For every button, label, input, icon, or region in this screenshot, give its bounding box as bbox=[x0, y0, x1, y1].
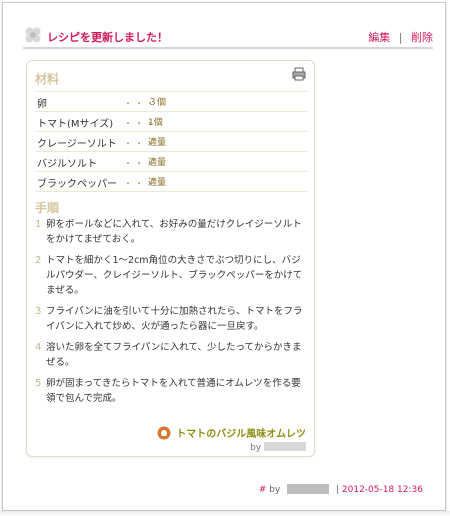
ingredient-name: 卵 bbox=[37, 99, 47, 110]
step-item: 4 溶いた卵を全てフライパンに入れて、少したってからかきまぜる。 bbox=[35, 340, 310, 370]
ingredients-title: 材料 bbox=[35, 72, 60, 86]
recipe-link[interactable]: トマトのバジル風味オムレツ bbox=[157, 425, 306, 440]
step-text: トマトを細かく1～2cm角位の大きさでぶつ切りにし、バジルパウダー、クレイジーソ… bbox=[46, 255, 303, 296]
step-item: 2 トマトを細かく1～2cm角位の大きさでぶつ切りにし、バジルパウダー、クレイジ… bbox=[35, 253, 310, 298]
post-card: レシピを更新しました！ 編集 | 削除 材料 卵 ・・・ ３個 トマト(Mサイズ… bbox=[2, 2, 446, 511]
bottom-shadow bbox=[0, 511, 450, 516]
step-text: 溶いた卵を全てフライパンに入れて、少したってからかきまぜる。 bbox=[46, 342, 302, 368]
post-title: レシピを更新しました！ bbox=[47, 31, 168, 44]
step-number: 5 bbox=[35, 378, 42, 389]
ingredient-name: トマト(Mサイズ) bbox=[37, 119, 114, 130]
ingredient-row: トマト(Mサイズ) ・・・ 1個 bbox=[35, 111, 308, 131]
step-text: 卵が固まってきたらトマトを入れて普通にオムレツを作る要領で包んで完成。 bbox=[46, 378, 301, 404]
step-item: 5 卵が固まってきたらトマトを入れて普通にオムレツを作る要領で包んで完成。 bbox=[35, 376, 310, 406]
printer-icon[interactable] bbox=[292, 67, 306, 81]
step-number: 2 bbox=[35, 255, 42, 266]
ingredient-quantity: 適量 bbox=[148, 158, 167, 168]
chef-hat-icon bbox=[157, 426, 171, 440]
ingredient-row: バジルソルト ・・・ 適量 bbox=[35, 151, 308, 171]
post-footer: # by | 2012-05-18 12:36 bbox=[259, 484, 423, 495]
ingredient-row: ブラックペッパー ・・・ 適量 bbox=[35, 171, 308, 192]
step-number: 4 bbox=[35, 342, 42, 353]
by-label: by bbox=[250, 443, 262, 453]
ingredient-quantity: 適量 bbox=[148, 178, 167, 188]
steps-list: 1 卵をボールなどに入れて、お好みの量だけクレイジーソルトをかけてまぜておく。 … bbox=[35, 217, 310, 412]
recipe-name[interactable]: トマトのバジル風味オムレツ bbox=[176, 429, 306, 440]
action-separator: | bbox=[398, 31, 403, 44]
step-text: 卵をボールなどに入れて、お好みの量だけクレイジーソルトをかけてまぜておく。 bbox=[46, 219, 302, 245]
delete-link[interactable]: 削除 bbox=[411, 31, 433, 44]
post-header: レシピを更新しました！ 編集 | 削除 bbox=[23, 25, 433, 49]
step-item: 1 卵をボールなどに入れて、お好みの量だけクレイジーソルトをかけてまぜておく。 bbox=[35, 217, 310, 247]
recipe-card: 材料 卵 ・・・ ３個 トマト(Mサイズ) ・・・ 1個 クレージーソルト ・・… bbox=[26, 60, 315, 457]
ingredient-name: バジルソルト bbox=[37, 159, 97, 170]
ingredient-quantity: 1個 bbox=[148, 118, 163, 128]
author-avatar-redacted bbox=[264, 442, 306, 451]
ingredient-quantity: ３個 bbox=[148, 98, 167, 108]
ingredient-quantity: 適量 bbox=[148, 138, 167, 148]
step-number: 1 bbox=[35, 219, 42, 230]
post-actions: 編集 | 削除 bbox=[368, 29, 433, 45]
footer-by-label: by bbox=[269, 485, 281, 495]
footer-separator: | bbox=[335, 485, 340, 495]
edit-link[interactable]: 編集 bbox=[368, 31, 390, 44]
step-text: フライパンに油を引いて十分に加熱されたら、トマトをフライパンに入れて炒め、火が通… bbox=[46, 306, 303, 332]
redacted-username[interactable] bbox=[287, 484, 330, 494]
ingredient-name: ブラックペッパー bbox=[37, 179, 117, 190]
step-item: 3 フライパンに油を引いて十分に加熱されたら、トマトをフライパンに入れて炒め、火… bbox=[35, 304, 310, 334]
ingredient-row: 卵 ・・・ ３個 bbox=[35, 91, 308, 111]
steps-title: 手順 bbox=[35, 201, 60, 215]
permalink-hash[interactable]: # bbox=[259, 485, 267, 495]
ingredient-row: クレージーソルト ・・・ 適量 bbox=[35, 131, 308, 151]
step-number: 3 bbox=[35, 306, 42, 317]
ingredients-table: 卵 ・・・ ３個 トマト(Mサイズ) ・・・ 1個 クレージーソルト ・・・ 適… bbox=[35, 91, 308, 192]
post-date[interactable]: 2012-05-18 12:36 bbox=[342, 485, 423, 495]
flower-icon bbox=[25, 27, 41, 43]
recipe-author-line: by bbox=[250, 442, 306, 453]
ingredient-name: クレージーソルト bbox=[37, 139, 117, 150]
